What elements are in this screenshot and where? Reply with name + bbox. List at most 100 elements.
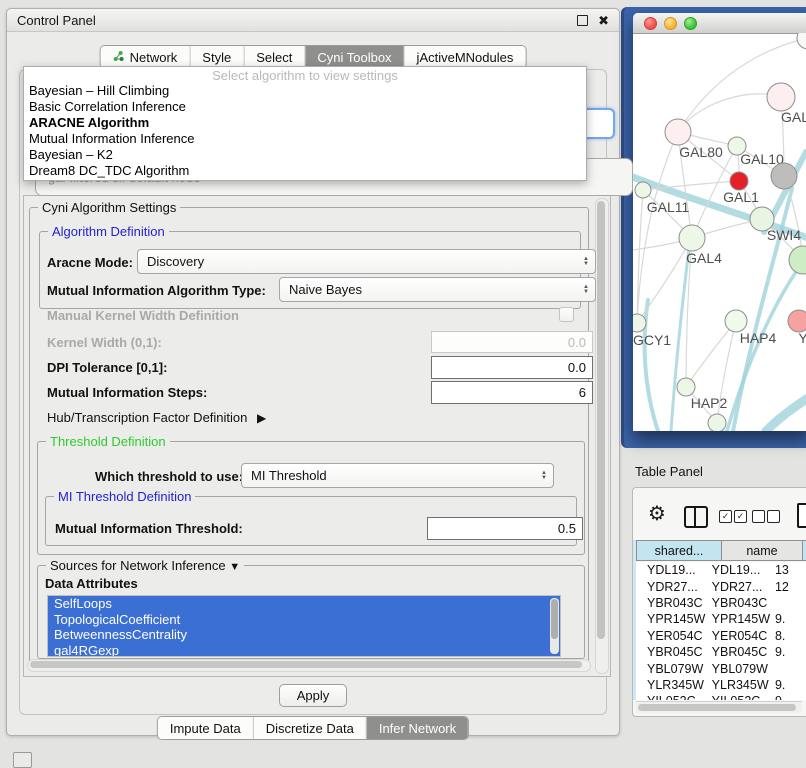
control-panel-window: Control Panel ✖ Network Style Select Cyni T… bbox=[6, 8, 620, 736]
aracne-mode-combobox[interactable]: Discovery ▲▼ bbox=[137, 249, 596, 274]
algorithm-option-basic-correlation-inference[interactable]: Basic Correlation Inference bbox=[24, 99, 586, 115]
tab-cyni-toolbox-label: Cyni Toolbox bbox=[317, 50, 391, 65]
network-node-gcy1[interactable] bbox=[633, 314, 646, 332]
node-label-gal4: GAL4 bbox=[686, 250, 722, 266]
network-node-gal4[interactable] bbox=[679, 225, 705, 251]
kernel-width-field[interactable]: 0.0 bbox=[431, 331, 593, 353]
table-horizontal-scrollbar[interactable] bbox=[636, 701, 802, 713]
table-row[interactable]: YBR045CYBR045C9. bbox=[636, 644, 806, 660]
uncheck-all-icon[interactable] bbox=[752, 510, 765, 523]
node-label-gcy1: GCY1 bbox=[633, 332, 671, 348]
attribute-item-topologicalcoefficient[interactable]: TopologicalCoefficient bbox=[48, 612, 560, 628]
minimize-light-icon[interactable] bbox=[664, 17, 677, 30]
mi-steps-field[interactable]: 6 bbox=[431, 381, 593, 404]
network-canvas[interactable]: GALGAL80GAL10GAL11GAL1SWI4GAL4GCY1HAP4YH… bbox=[633, 33, 806, 431]
close-light-icon[interactable] bbox=[644, 17, 657, 30]
float-icon[interactable] bbox=[577, 15, 588, 26]
data-attributes-list[interactable]: SelfLoopsTopologicalCoefficientBetweenne… bbox=[47, 595, 561, 657]
table-cell: YIL052C bbox=[707, 694, 773, 700]
stepper-icon: ▲▼ bbox=[577, 285, 589, 295]
column-header-name[interactable]: name bbox=[722, 540, 803, 561]
split-columns-icon[interactable] bbox=[684, 506, 708, 528]
network-node-hap2[interactable] bbox=[677, 378, 695, 396]
node-label-hap2: HAP2 bbox=[691, 395, 728, 411]
table-cell: YBR043C bbox=[636, 596, 707, 610]
tab-style-label: Style bbox=[202, 50, 231, 65]
which-threshold-label: Which threshold to use: bbox=[95, 469, 243, 484]
attribute-item-gal4rgexp[interactable]: gal4RGexp bbox=[48, 643, 560, 658]
attributes-scrollbar[interactable] bbox=[550, 598, 559, 654]
algorithm-option-aracne-algorithm[interactable]: ARACNE Algorithm bbox=[24, 115, 586, 131]
network-node-gal[interactable] bbox=[767, 83, 795, 111]
attribute-item-selfloops[interactable]: SelfLoops bbox=[48, 596, 560, 612]
network-edge[interactable] bbox=[645, 300, 658, 431]
manual-kernel-checkbox[interactable] bbox=[559, 307, 574, 322]
tab-style[interactable]: Style bbox=[189, 46, 243, 68]
network-icon bbox=[113, 50, 125, 65]
hub-definition-toggle[interactable]: Hub/Transcription Factor Definition ▶ bbox=[47, 410, 266, 425]
table-row[interactable]: YDL19...YDL19...13 bbox=[636, 562, 806, 578]
mi-type-combobox[interactable]: Naive Bayes ▲▼ bbox=[279, 277, 596, 302]
tab-network-label: Network bbox=[130, 50, 178, 65]
settings-horizontal-scrollbar[interactable] bbox=[27, 659, 591, 672]
node-label-gal11: GAL11 bbox=[647, 199, 690, 215]
network-edge[interactable] bbox=[637, 190, 643, 323]
table-cell: YER054C bbox=[707, 629, 773, 643]
network-node[interactable] bbox=[771, 163, 797, 189]
table-row[interactable]: YDR27...YDR27...12 bbox=[636, 578, 806, 594]
network-edge[interactable] bbox=[766, 398, 806, 431]
column-header-shared-[interactable]: shared... bbox=[636, 540, 722, 561]
algorithm-option-dream8-dc-tdc-algorithm[interactable]: Dream8 DC_TDC Algorithm bbox=[24, 163, 586, 179]
bottom-tab-discretize-data[interactable]: Discretize Data bbox=[253, 717, 366, 739]
table-row[interactable]: YBR043CYBR043C bbox=[636, 595, 806, 611]
settings-vertical-scrollbar[interactable] bbox=[595, 198, 609, 674]
table-row[interactable]: YBL079WYBL079W bbox=[636, 660, 806, 676]
zoom-light-icon[interactable] bbox=[684, 17, 697, 30]
algorithm-option-bayesian-k2[interactable]: Bayesian – K2 bbox=[24, 147, 586, 163]
network-node-gal80[interactable] bbox=[665, 119, 691, 145]
bottom-tab-impute-data[interactable]: Impute Data bbox=[158, 717, 253, 739]
bottom-tab-infer-network[interactable]: Infer Network bbox=[366, 717, 468, 739]
table-cell: YBL079W bbox=[636, 662, 707, 676]
bottom-tab-infer-network-label: Infer Network bbox=[379, 721, 456, 736]
network-node-hap4[interactable] bbox=[725, 310, 747, 332]
network-edge[interactable] bbox=[678, 94, 781, 132]
close-icon[interactable]: ✖ bbox=[598, 16, 609, 25]
table-row[interactable]: YLR345WYLR345W9. bbox=[636, 677, 806, 693]
table-row[interactable]: YIL052CYIL052C9 bbox=[636, 693, 806, 700]
algorithm-option-bayesian-hill-climbing[interactable]: Bayesian – Hill Climbing bbox=[24, 83, 586, 99]
table-row[interactable]: YER054CYER054C8. bbox=[636, 628, 806, 644]
node-label-hap4: HAP4 bbox=[740, 330, 777, 346]
network-node-gal11[interactable] bbox=[635, 182, 651, 198]
table-cell: YDL19... bbox=[636, 563, 707, 577]
check-all-icon2[interactable]: ✓ bbox=[734, 510, 747, 523]
table-cell: 9 bbox=[773, 694, 806, 700]
dpi-tolerance-field[interactable]: 0.0 bbox=[431, 356, 593, 379]
table-panel-title: Table Panel bbox=[635, 464, 703, 479]
table-row[interactable]: YPR145WYPR145W9. bbox=[636, 611, 806, 627]
table-cell: 9. bbox=[773, 645, 806, 659]
mi-type-label: Mutual Information Algorithm Type: bbox=[47, 283, 266, 298]
network-node[interactable] bbox=[797, 33, 806, 49]
check-all-icon[interactable]: ✓ bbox=[719, 510, 732, 523]
network-node[interactable] bbox=[708, 414, 726, 431]
tab-select[interactable]: Select bbox=[243, 46, 304, 68]
new-table-icon[interactable] bbox=[797, 503, 806, 528]
attribute-item-betweennesscentrality[interactable]: BetweennessCentrality bbox=[48, 627, 560, 643]
apply-button[interactable]: Apply bbox=[279, 684, 347, 707]
network-node-y[interactable] bbox=[788, 310, 806, 332]
network-node[interactable] bbox=[730, 172, 748, 190]
table-body: YDL19...YDL19...13YDR27...YDR27...12YBR0… bbox=[636, 562, 806, 700]
tab-network[interactable]: Network bbox=[101, 46, 190, 68]
network-node-swi4[interactable] bbox=[789, 246, 806, 274]
table-cell: 13 bbox=[773, 563, 806, 577]
uncheck-all-icon2[interactable] bbox=[767, 510, 780, 523]
sources-group-title[interactable]: Sources for Network Inference ▼ bbox=[46, 558, 244, 573]
tab-jactivemnodules[interactable]: jActiveMNodules bbox=[404, 46, 526, 68]
algorithm-option-mutual-information-inference[interactable]: Mutual Information Inference bbox=[24, 131, 586, 147]
mi-threshold-field[interactable]: 0.5 bbox=[427, 517, 583, 540]
tab-cyni-toolbox[interactable]: Cyni Toolbox bbox=[304, 46, 403, 68]
control-panel-titlebar: Control Panel ✖ bbox=[7, 9, 619, 32]
which-threshold-combobox[interactable]: MI Threshold ▲▼ bbox=[241, 463, 554, 488]
gear-icon[interactable]: ⚙ bbox=[648, 504, 666, 524]
